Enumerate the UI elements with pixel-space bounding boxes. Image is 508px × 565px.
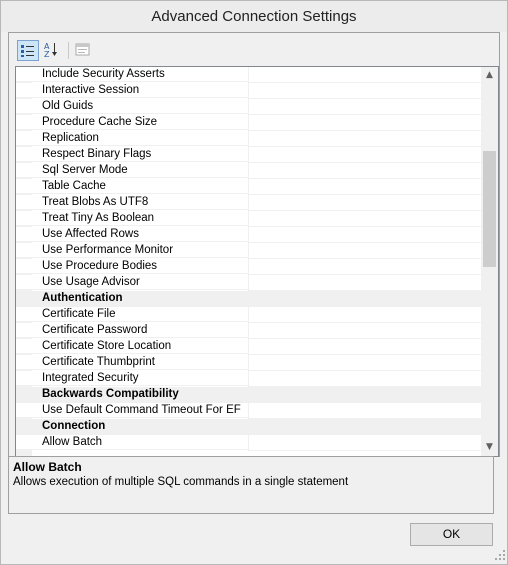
property-rows: Include Security Asserts Interactive Sess… [16, 67, 482, 451]
property-row[interactable]: Old Guids [16, 99, 482, 115]
category-label: Connection [16, 419, 481, 434]
property-row[interactable]: Replication [16, 131, 482, 147]
property-row[interactable]: Treat Tiny As Boolean [16, 211, 482, 227]
property-value[interactable] [248, 275, 482, 291]
property-toolbar: A Z [9, 33, 499, 66]
property-name: Use Procedure Bodies [16, 259, 248, 274]
toolbar-separator [68, 42, 69, 59]
property-name: Certificate Thumbprint [16, 355, 248, 370]
property-name: Certificate Password [16, 323, 248, 338]
alphabetical-button[interactable]: A Z [41, 40, 63, 61]
property-row[interactable]: Use Performance Monitor [16, 243, 482, 259]
category-label: Authentication [16, 291, 481, 306]
property-value[interactable] [248, 371, 482, 387]
property-name: Include Security Asserts [16, 67, 248, 82]
property-value[interactable] [248, 323, 482, 339]
property-name: Replication [16, 131, 248, 146]
property-row[interactable]: Use Usage Advisor [16, 275, 482, 291]
title-bar[interactable]: Advanced Connection Settings [1, 1, 507, 32]
property-row[interactable]: Use Procedure Bodies [16, 259, 482, 275]
property-value[interactable] [248, 115, 482, 131]
property-value[interactable] [248, 307, 482, 323]
category-row[interactable]: Backwards Compatibility [16, 387, 481, 403]
property-row[interactable]: Procedure Cache Size [16, 115, 482, 131]
property-row[interactable]: Include Security Asserts [16, 67, 482, 83]
property-name: Interactive Session [16, 83, 248, 98]
help-title: Allow Batch [13, 460, 82, 474]
property-name: Treat Blobs As UTF8 [16, 195, 248, 210]
property-value[interactable] [248, 403, 482, 419]
property-name: Certificate Store Location [16, 339, 248, 354]
property-row[interactable]: Table Cache [16, 179, 482, 195]
property-value[interactable] [248, 195, 482, 211]
scroll-up-icon[interactable]: ▲ [481, 67, 498, 84]
property-name: Table Cache [16, 179, 248, 194]
property-name: Use Performance Monitor [16, 243, 248, 258]
resize-grip-icon[interactable] [495, 550, 505, 560]
ok-button[interactable]: OK [410, 523, 493, 546]
alphabetical-icon: A Z [44, 42, 57, 59]
property-name: Integrated Security [16, 371, 248, 386]
property-value[interactable] [248, 243, 482, 259]
category-row[interactable]: Authentication [16, 291, 481, 307]
property-grid-panel: A Z Include Security Asserts Interactive … [8, 32, 500, 457]
property-value[interactable] [248, 163, 482, 179]
property-name: Certificate File [16, 307, 248, 322]
categorized-icon [21, 45, 34, 57]
vertical-scrollbar[interactable]: ▲ ▼ [481, 67, 498, 456]
property-value[interactable] [248, 99, 482, 115]
property-grid: Include Security Asserts Interactive Sess… [15, 66, 499, 457]
help-description: Allows execution of multiple SQL command… [13, 476, 349, 488]
property-name: Treat Tiny As Boolean [16, 211, 248, 226]
property-name: Sql Server Mode [16, 163, 248, 178]
property-row[interactable]: Use Default Command Timeout For EF [16, 403, 482, 419]
property-name: Use Affected Rows [16, 227, 248, 242]
scroll-down-icon[interactable]: ▼ [481, 439, 498, 456]
property-value[interactable] [248, 179, 482, 195]
property-value[interactable] [248, 259, 482, 275]
scroll-thumb[interactable] [483, 151, 496, 267]
property-name: Procedure Cache Size [16, 115, 248, 130]
property-value[interactable] [248, 435, 482, 451]
property-value[interactable] [248, 83, 482, 99]
property-value[interactable] [248, 339, 482, 355]
categorized-button[interactable] [17, 40, 39, 61]
property-row[interactable]: Treat Blobs As UTF8 [16, 195, 482, 211]
property-row[interactable]: Integrated Security [16, 371, 482, 387]
property-row[interactable]: Certificate Password [16, 323, 482, 339]
property-value[interactable] [248, 355, 482, 371]
property-pages-button[interactable] [73, 40, 95, 61]
category-label: Backwards Compatibility [16, 387, 481, 402]
property-value[interactable] [248, 211, 482, 227]
svg-text:Z: Z [44, 50, 50, 59]
property-name: Old Guids [16, 99, 248, 114]
category-row[interactable]: Connection [16, 419, 481, 435]
property-name: Allow Batch [16, 435, 248, 450]
property-name: Respect Binary Flags [16, 147, 248, 162]
property-pages-icon [75, 43, 90, 56]
property-row[interactable]: Interactive Session [16, 83, 482, 99]
property-value[interactable] [248, 227, 482, 243]
property-row[interactable]: Certificate Store Location [16, 339, 482, 355]
property-name: Use Default Command Timeout For EF [16, 403, 248, 418]
property-row[interactable]: Certificate Thumbprint [16, 355, 482, 371]
dialog-window: Advanced Connection Settings A Z Include… [0, 0, 508, 565]
property-value[interactable] [248, 147, 482, 163]
property-row[interactable]: Certificate File [16, 307, 482, 323]
property-row[interactable]: Use Affected Rows [16, 227, 482, 243]
property-value[interactable] [248, 131, 482, 147]
window-title: Advanced Connection Settings [151, 8, 357, 25]
property-value[interactable] [248, 67, 482, 83]
property-name: Use Usage Advisor [16, 275, 248, 290]
property-row[interactable]: Sql Server Mode [16, 163, 482, 179]
property-row[interactable]: Allow Batch [16, 435, 482, 451]
property-row[interactable]: Respect Binary Flags [16, 147, 482, 163]
